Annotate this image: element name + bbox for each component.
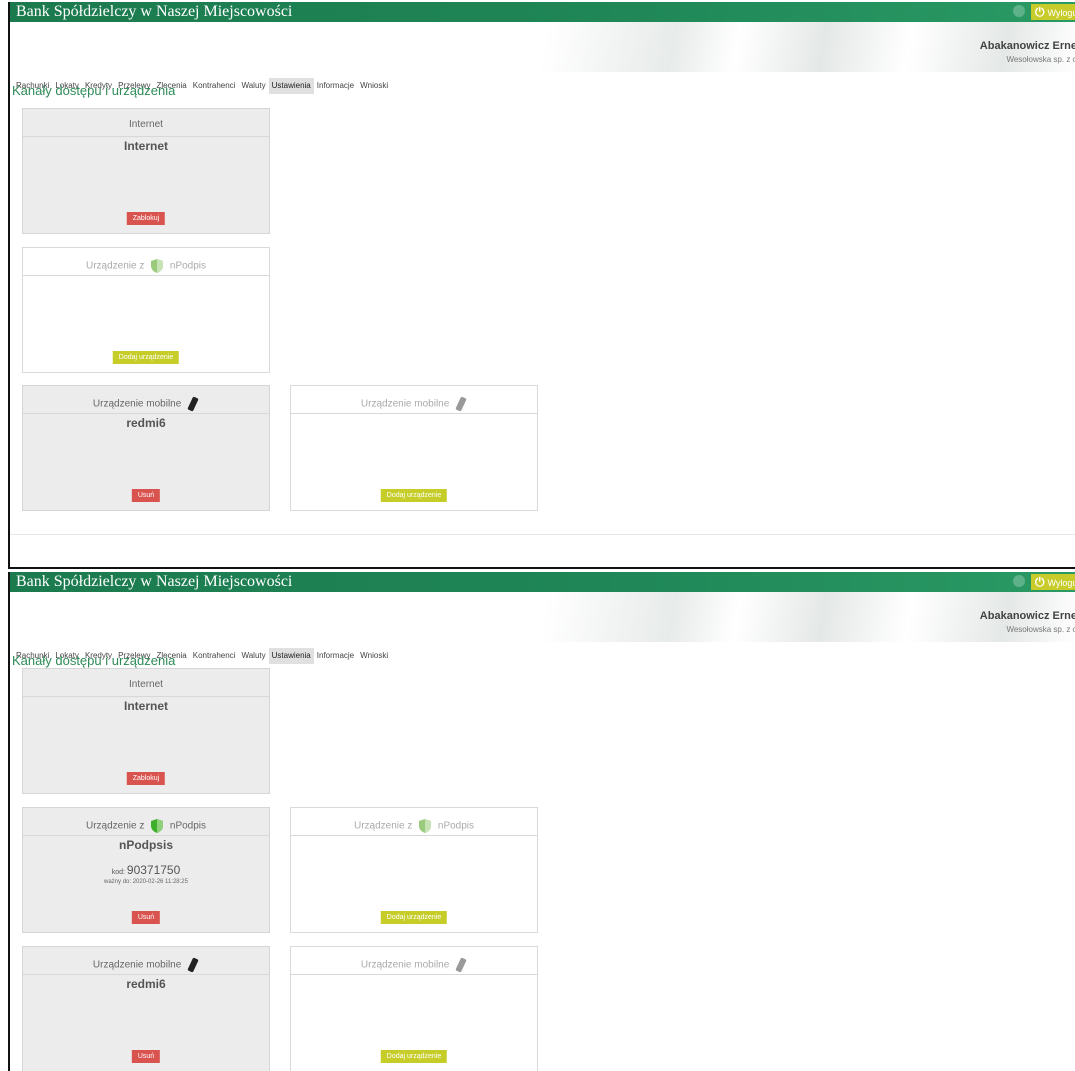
delete-button[interactable]: Usuń <box>131 489 161 502</box>
phone-icon <box>455 957 467 973</box>
phone-icon <box>455 396 467 412</box>
top-bar: Bank Spółdzielczy w Naszej Miejscowości … <box>10 2 1075 22</box>
menu-item-wnioski[interactable]: Wnioski <box>357 648 391 664</box>
bank-title: Bank Spółdzielczy w Naszej Miejscowości <box>16 573 293 590</box>
npodpis-card-empty: Urządzenie z nPodpis Dodaj urządzenie <box>290 807 538 933</box>
card-header: Internet <box>23 119 269 137</box>
block-button[interactable]: Zablokuj <box>126 212 166 225</box>
power-icon: ⏻ <box>1035 5 1045 19</box>
card-header: Urządzenie mobilne <box>291 957 537 975</box>
menu-item-waluty[interactable]: Waluty <box>238 78 268 94</box>
settings-icon[interactable] <box>1013 575 1025 587</box>
shield-icon <box>151 259 164 273</box>
power-icon: ⏻ <box>1035 575 1045 589</box>
valid-until: ważny do: 2020-02-26 11:28:25 <box>104 879 188 885</box>
mobile-card-empty: Urządzenie mobilne Dodaj urządzenie <box>290 946 538 1071</box>
screenshot-panel-before: Bank Spółdzielczy w Naszej Miejscowości … <box>8 2 1075 569</box>
menu-item-ustawienia[interactable]: Ustawienia <box>268 78 314 94</box>
menu-item-informacje[interactable]: Informacje <box>314 78 357 94</box>
add-device-button[interactable]: Dodaj urządzenie <box>380 1050 448 1063</box>
shield-icon <box>419 819 432 833</box>
add-device-button[interactable]: Dodaj urządzenie <box>380 489 448 502</box>
card-header: Urządzenie z nPodpis <box>291 818 537 836</box>
block-button[interactable]: Zablokuj <box>126 772 166 785</box>
phone-icon <box>187 957 199 973</box>
navbar: Abakanowicz Erne Wesołowska sp. z o Rach… <box>10 592 1075 664</box>
card-name: nPodpsis <box>118 838 173 852</box>
device-code: kod: 90371750 <box>111 863 181 877</box>
phone-icon <box>187 396 199 412</box>
card-header: Urządzenie mobilne <box>23 957 269 975</box>
menu-item-kontrahenci[interactable]: Kontrahenci <box>190 78 239 94</box>
user-company: Wesołowska sp. z o <box>1006 55 1075 64</box>
card-name: redmi6 <box>126 416 166 430</box>
menu-item-informacje[interactable]: Informacje <box>314 648 357 664</box>
shield-icon <box>151 819 164 833</box>
npodpis-card: Urządzenie z nPodpis nPodpsis kod: 90371… <box>22 807 270 933</box>
mobile-card-empty: Urządzenie mobilne Dodaj urządzenie <box>290 385 538 511</box>
menu-item-kontrahenci[interactable]: Kontrahenci <box>190 648 239 664</box>
menu-item-waluty[interactable]: Waluty <box>238 648 268 664</box>
card-name: Internet <box>123 139 168 153</box>
card-header: Internet <box>23 679 269 697</box>
menu-item-ustawienia[interactable]: Ustawienia <box>268 648 314 664</box>
mobile-card: Urządzenie mobilne redmi6 Usuń <box>22 946 270 1071</box>
user-name: Abakanowicz Erne <box>979 610 1075 622</box>
card-name: Internet <box>123 699 168 713</box>
logout-button[interactable]: ⏻Wyloguj <box>1031 4 1075 20</box>
navbar: Abakanowicz Erne Wesołowska sp. z o Rach… <box>10 22 1075 94</box>
divider <box>10 534 1075 535</box>
card-header: Urządzenie z nPodpis <box>23 818 269 836</box>
user-name: Abakanowicz Erne <box>979 40 1075 52</box>
user-company: Wesołowska sp. z o <box>1006 625 1075 634</box>
logout-button[interactable]: ⏻Wyloguj <box>1031 574 1075 590</box>
card-header: Urządzenie z nPodpis <box>23 258 269 276</box>
settings-icon[interactable] <box>1013 5 1025 17</box>
internet-card: Internet Internet Zablokuj <box>22 108 270 234</box>
card-header: Urządzenie mobilne <box>291 396 537 414</box>
delete-button[interactable]: Usuń <box>131 911 161 924</box>
card-header: Urządzenie mobilne <box>23 396 269 414</box>
mobile-card: Urządzenie mobilne redmi6 Usuń <box>22 385 270 511</box>
page-title: Kanały dostępu i urządzenia <box>12 653 176 668</box>
card-name: redmi6 <box>126 977 166 991</box>
top-bar: Bank Spółdzielczy w Naszej Miejscowości … <box>10 572 1075 592</box>
menu-item-wnioski[interactable]: Wnioski <box>357 78 391 94</box>
internet-card: Internet Internet Zablokuj <box>22 668 270 794</box>
screenshot-panel-after: Bank Spółdzielczy w Naszej Miejscowości … <box>8 572 1075 1071</box>
add-device-button[interactable]: Dodaj urządzenie <box>112 351 180 364</box>
bank-title: Bank Spółdzielczy w Naszej Miejscowości <box>16 3 293 20</box>
add-device-button[interactable]: Dodaj urządzenie <box>380 911 448 924</box>
page-title: Kanały dostępu i urządzenia <box>12 83 176 98</box>
delete-button[interactable]: Usuń <box>131 1050 161 1063</box>
npodpis-card-empty: Urządzenie z nPodpis Dodaj urządzenie <box>22 247 270 373</box>
